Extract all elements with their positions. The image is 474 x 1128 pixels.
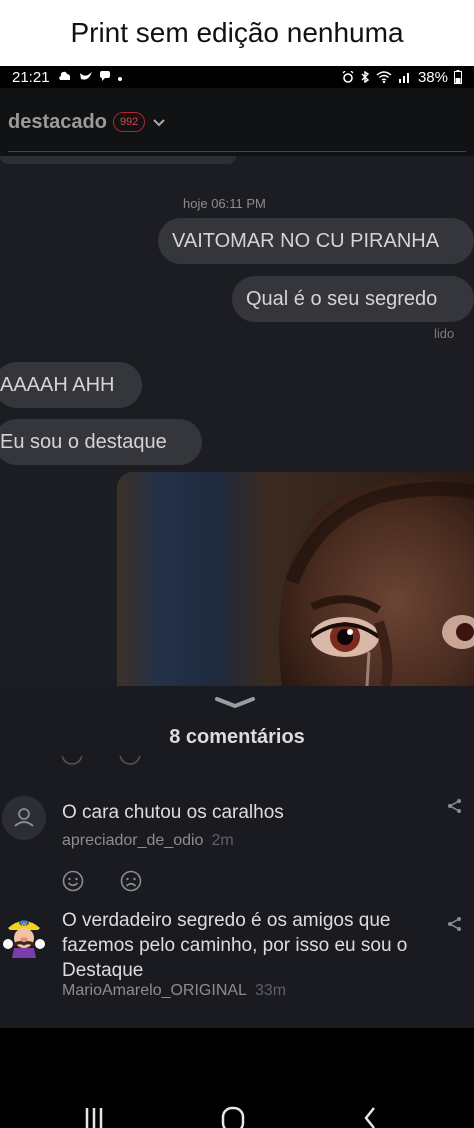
comment-time: 33m xyxy=(254,982,287,999)
comment-text: O verdadeiro segredo é os amigos que faz… xyxy=(62,910,408,981)
reaction-row-partial xyxy=(62,756,162,770)
wifi-icon xyxy=(376,71,392,83)
comment-meta: MarioAmarelo_ORIGINAL 33m xyxy=(62,982,286,1000)
back-icon[interactable] xyxy=(362,1106,378,1128)
comment-time: 2m xyxy=(211,832,234,849)
header-divider xyxy=(8,151,466,152)
message-timestamp: hoje 06:11 PM xyxy=(183,196,266,211)
frown-icon[interactable] xyxy=(120,870,142,892)
received-message[interactable]: AAAAH AHH xyxy=(0,362,142,408)
comment-text: O cara chutou os caralhos xyxy=(62,802,284,823)
clock: 21:21 xyxy=(12,68,50,86)
unread-badge: 992 xyxy=(112,112,146,132)
phone-screen: 21:21 38% destacado 992 hoje 06:11 PM VA… xyxy=(0,66,474,1128)
comment-author[interactable]: MarioAmarelo_ORIGINAL xyxy=(62,982,247,999)
smile-icon[interactable] xyxy=(62,870,84,892)
comment-author[interactable]: apreciador_de_odio xyxy=(62,832,203,849)
crying-face-image xyxy=(117,472,474,686)
sent-message[interactable]: VAITOMAR NO CU PIRANHA xyxy=(158,218,474,264)
alarm-icon xyxy=(342,71,354,83)
chevron-down-icon[interactable] xyxy=(215,696,255,715)
comment-meta: apreciador_de_odio 2m xyxy=(62,832,234,850)
status-bar: 21:21 38% xyxy=(0,66,474,88)
reaction-row xyxy=(62,870,142,892)
share-icon[interactable] xyxy=(447,798,463,819)
received-message[interactable]: Eu sou o destaque xyxy=(0,419,202,465)
svg-text:W: W xyxy=(21,921,27,928)
previous-message-edge xyxy=(0,156,236,164)
battery-level: 38% xyxy=(417,68,448,86)
dot-icon xyxy=(117,77,122,81)
home-icon[interactable] xyxy=(221,1106,245,1128)
recents-icon[interactable] xyxy=(84,1106,104,1128)
wario-avatar-icon[interactable]: W xyxy=(2,914,46,958)
system-navigation-bar xyxy=(0,1028,474,1128)
bird-icon xyxy=(79,72,92,80)
comments-title: 8 comentários xyxy=(169,726,305,748)
meme-photo[interactable] xyxy=(117,472,474,686)
chat-header: destacado 992 xyxy=(0,88,474,156)
signal-icon xyxy=(398,73,409,83)
sent-message[interactable]: Qual é o seu segredo xyxy=(232,276,474,322)
caption: Print sem edição nenhuma xyxy=(0,0,474,66)
comments-panel: 8 comentários O cara chutou os caralhos … xyxy=(0,686,474,1030)
share-icon[interactable] xyxy=(447,916,463,937)
notification-icons xyxy=(58,70,122,84)
read-receipt: lido xyxy=(434,326,455,341)
chat-area: hoje 06:11 PM VAITOMAR NO CU PIRANHA Qua… xyxy=(0,156,474,686)
chat-title[interactable]: destacado xyxy=(8,111,107,134)
system-icons: 38% xyxy=(342,69,462,86)
user-icon[interactable] xyxy=(2,796,46,840)
bluetooth-icon xyxy=(361,71,370,83)
battery-icon xyxy=(454,70,462,84)
chat-icon xyxy=(100,71,111,81)
cloud-icon xyxy=(58,71,70,80)
chevron-down-icon[interactable] xyxy=(153,114,166,130)
